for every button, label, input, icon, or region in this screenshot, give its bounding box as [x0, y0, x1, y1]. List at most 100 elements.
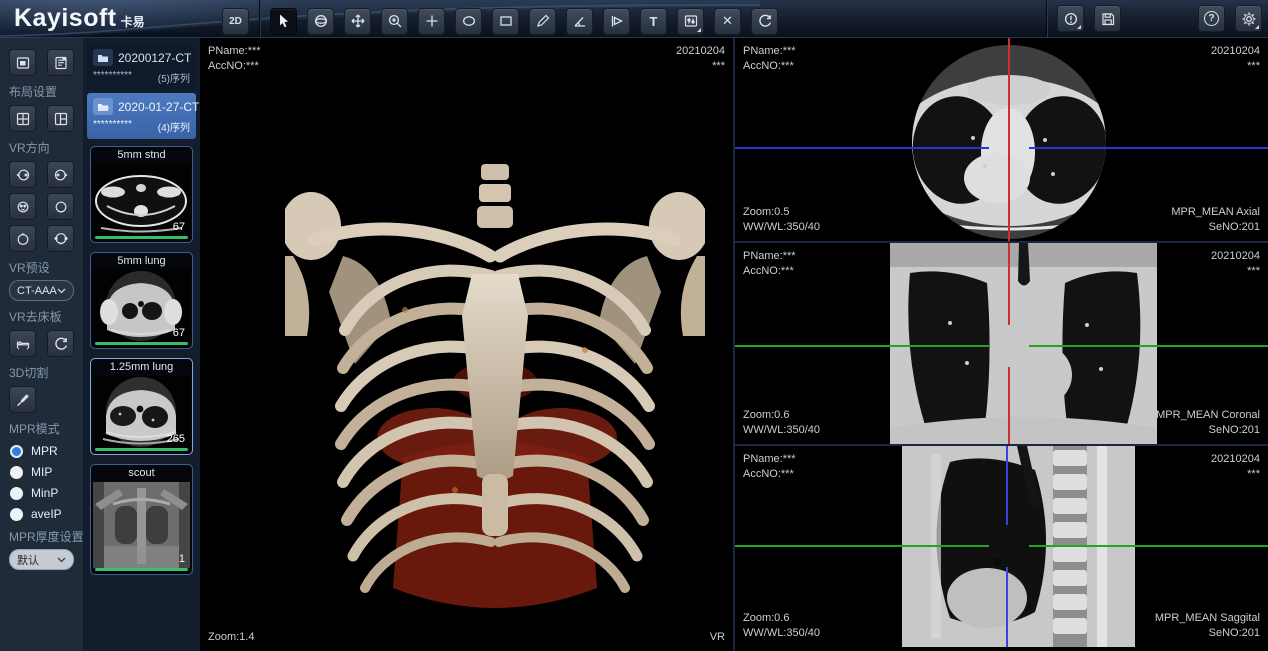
scalpel-cut-button[interactable] — [9, 386, 36, 413]
vr-direction-posterior-button[interactable] — [47, 193, 74, 220]
vr-overlay-bottom-right: VR — [710, 630, 725, 645]
layout-split-button[interactable] — [47, 105, 74, 132]
window-level: WW/WL:350/40 — [743, 626, 820, 641]
crosshair-horizontal-green[interactable] — [1029, 545, 1268, 547]
thumbnail-1-25mm-lung[interactable]: 1.25mm lung 265 — [90, 358, 193, 455]
settings-button[interactable] — [1235, 5, 1262, 32]
crosshair-horizontal-blue[interactable] — [735, 147, 989, 149]
crosshair-horizontal-green[interactable] — [735, 345, 989, 347]
layout-report-button[interactable] — [47, 49, 74, 76]
text-tool-button[interactable]: T — [640, 8, 667, 35]
pencil-icon — [535, 13, 551, 29]
view-type-label: MPR_MEAN Saggital — [1155, 611, 1260, 626]
bed-reset-button[interactable] — [47, 330, 74, 357]
toolbar-divider — [259, 0, 260, 37]
angle-tool-button[interactable] — [566, 8, 593, 35]
2d-view-button[interactable]: 2D — [222, 8, 249, 35]
rectangle-tool-button[interactable] — [492, 8, 519, 35]
image-levels-icon — [683, 13, 699, 29]
crosshair-horizontal-green[interactable] — [735, 545, 989, 547]
vr-direction-inferior-button[interactable] — [47, 225, 74, 252]
vr-direction-right-button[interactable] — [47, 161, 74, 188]
zoom-factor: Zoom:1.4 — [208, 630, 254, 645]
crosshair-vertical-blue[interactable] — [1006, 446, 1008, 525]
grid-2x2-icon — [15, 111, 31, 127]
mpr-mode-option-minp[interactable]: MinP — [10, 486, 73, 500]
report-info-button[interactable] — [1057, 5, 1084, 32]
bed-icon — [15, 336, 31, 352]
series-masked-id: ********** — [93, 70, 132, 85]
help-icon: ? — [1204, 11, 1219, 26]
mpr-mode-option-mpr[interactable]: MPR — [10, 444, 73, 458]
crosshair-vertical-red[interactable] — [1008, 367, 1010, 444]
masked-value: *** — [676, 59, 725, 74]
vr-direction-anterior-button[interactable] — [9, 193, 36, 220]
layout-grid-2x2-button[interactable] — [9, 105, 36, 132]
thumbnail-5mm-lung[interactable]: 5mm lung 67 — [90, 252, 193, 349]
remove-bed-button[interactable] — [9, 330, 36, 357]
vr-direction-left-button[interactable] — [9, 161, 36, 188]
series-title: 20200127-CT — [118, 51, 191, 65]
view-type-label: MPR_MEAN Axial — [1171, 205, 1260, 220]
radio-icon — [10, 466, 23, 479]
crosshair-vertical-red[interactable] — [1008, 38, 1010, 241]
zoom-tool-button[interactable] — [381, 8, 408, 35]
series-card-1[interactable]: 20200127-CT ********** (5)序列 — [87, 44, 196, 90]
thumbnail-image-count: 67 — [173, 327, 185, 339]
patient-name: PName:*** — [743, 452, 796, 467]
brand-name: Kayisoft — [14, 4, 117, 33]
vr-direction-row1 — [9, 161, 74, 188]
mpr-coronal-viewport[interactable]: PName:*** AccNO:*** 20210204 *** Zoom:0.… — [735, 243, 1268, 446]
mpr-overlay-top-right: 20210204 *** — [1211, 44, 1260, 74]
thumbnail-progress-bar — [95, 448, 188, 451]
mpr-mode-option-mip[interactable]: MIP — [10, 465, 73, 479]
pan-tool-button[interactable] — [344, 8, 371, 35]
thumbnail-5mm-stnd[interactable]: 5mm stnd 67 — [90, 146, 193, 243]
mpr-sagittal-viewport[interactable]: PName:*** AccNO:*** 20210204 *** Zoom:0.… — [735, 446, 1268, 647]
ellipse-tool-button[interactable] — [455, 8, 482, 35]
thumbnail-progress-bar — [95, 236, 188, 239]
mpr-mode-option-label: MIP — [31, 465, 52, 479]
vr-overlay-bottom-left: Zoom:1.4 — [208, 630, 254, 645]
vr-rendering-ribcage — [285, 160, 705, 620]
series-number: SeNO:201 — [1156, 423, 1260, 438]
head-right-icon — [53, 167, 69, 183]
window-preset-button[interactable] — [677, 8, 704, 35]
delete-annotation-button[interactable]: ✕ — [714, 8, 741, 35]
series-number: SeNO:201 — [1171, 220, 1260, 235]
tool-group-main: 2D — [222, 5, 778, 37]
layout-single-button[interactable] — [9, 49, 36, 76]
help-button[interactable]: ? — [1198, 5, 1225, 32]
series-card-2[interactable]: 2020-01-27-CT ********** (4)序列 — [87, 93, 196, 139]
rotate-3d-tool-button[interactable] — [307, 8, 334, 35]
vr-viewport[interactable]: PName:*** AccNO:*** 20210204 *** Zoom:1.… — [200, 38, 733, 651]
mpr-mode-option-label: aveIP — [31, 507, 62, 521]
thumbnail-scout[interactable]: scout 1 — [90, 464, 193, 575]
mpr-overlay-bottom-right: MPR_MEAN Coronal SeNO:201 — [1156, 408, 1260, 438]
head-bottom-icon — [53, 231, 69, 247]
crosshair-vertical-red[interactable] — [1008, 243, 1010, 325]
polygon-tool-button[interactable] — [603, 8, 630, 35]
crosshair-horizontal-green[interactable] — [1029, 345, 1268, 347]
vr-direction-superior-button[interactable] — [9, 225, 36, 252]
reset-view-button[interactable] — [751, 8, 778, 35]
gear-icon — [1241, 11, 1257, 27]
mpr-axial-viewport[interactable]: PName:*** AccNO:*** 20210204 *** Zoom:0.… — [735, 38, 1268, 243]
mpr-mode-option-aveip[interactable]: aveIP — [10, 507, 73, 521]
mpr-overlay-top-right: 20210204 *** — [1211, 249, 1260, 279]
crosshair-vertical-blue[interactable] — [1006, 567, 1008, 647]
accession-number: AccNO:*** — [743, 264, 796, 279]
pencil-tool-button[interactable] — [529, 8, 556, 35]
view-type-label: VR — [710, 630, 725, 645]
masked-value: *** — [1211, 264, 1260, 279]
vr-preset-select[interactable]: CT-AAA — [9, 280, 74, 301]
save-button[interactable] — [1094, 5, 1121, 32]
mpr-thickness-select[interactable]: 默认 — [9, 549, 74, 570]
crosshair-tool-button[interactable] — [418, 8, 445, 35]
crosshair-horizontal-blue[interactable] — [1029, 147, 1268, 149]
series-masked-id: ********** — [93, 119, 132, 134]
mpr-mode-option-label: MPR — [31, 444, 58, 458]
thumbnail-image-count: 265 — [167, 433, 185, 445]
cursor-tool-button[interactable] — [270, 8, 297, 35]
series-title: 2020-01-27-CT — [118, 100, 199, 114]
